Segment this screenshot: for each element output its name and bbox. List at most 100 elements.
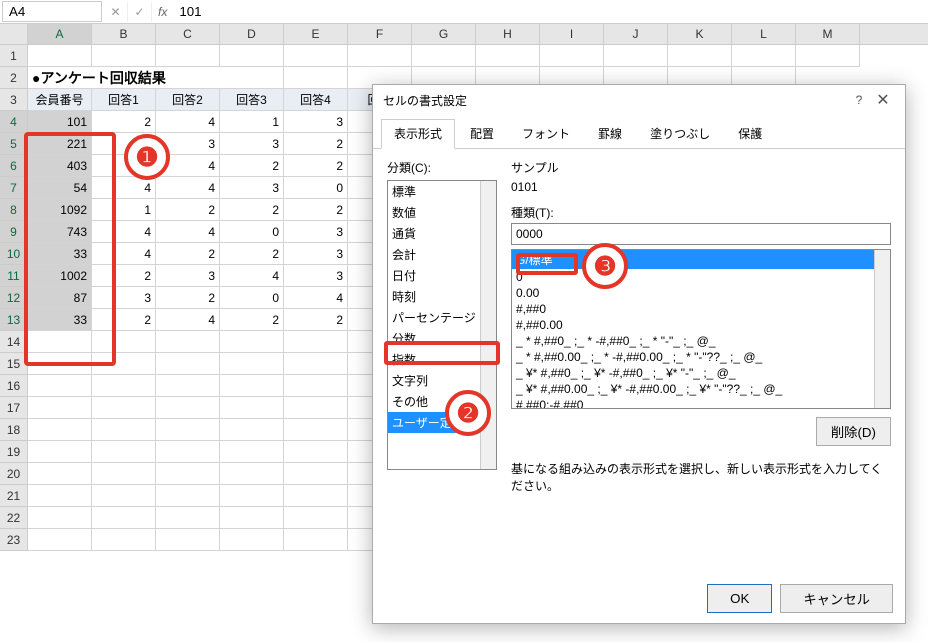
cell[interactable] (92, 45, 156, 67)
cell[interactable]: 0 (220, 221, 284, 243)
cell[interactable]: 1 (220, 111, 284, 133)
col-header[interactable]: J (604, 24, 668, 44)
cell[interactable] (92, 397, 156, 419)
row-header[interactable]: 12 (0, 287, 28, 309)
cell[interactable] (284, 463, 348, 485)
cell[interactable]: 3 (220, 177, 284, 199)
cell[interactable] (156, 529, 220, 551)
cell[interactable] (220, 485, 284, 507)
row-header[interactable]: 19 (0, 441, 28, 463)
cell[interactable] (156, 463, 220, 485)
cell[interactable]: 1002 (28, 265, 92, 287)
row-header[interactable]: 14 (0, 331, 28, 353)
cell[interactable] (220, 529, 284, 551)
cell[interactable]: 2 (92, 309, 156, 331)
cell[interactable] (220, 331, 284, 353)
cell[interactable]: 87 (28, 287, 92, 309)
col-header[interactable]: M (796, 24, 860, 44)
cell[interactable]: 2 (220, 199, 284, 221)
cell[interactable] (284, 441, 348, 463)
cell[interactable]: 4 (220, 265, 284, 287)
type-item[interactable]: #,##0 (512, 301, 890, 317)
cell[interactable]: 33 (28, 309, 92, 331)
cell[interactable] (220, 397, 284, 419)
cell[interactable] (92, 529, 156, 551)
cell[interactable] (284, 419, 348, 441)
col-header[interactable]: H (476, 24, 540, 44)
cell[interactable] (92, 485, 156, 507)
row-header[interactable]: 2 (0, 67, 28, 89)
row-header[interactable]: 3 (0, 89, 28, 111)
row-header[interactable]: 1 (0, 45, 28, 67)
cell[interactable]: 2 (220, 155, 284, 177)
cell[interactable]: 4 (156, 155, 220, 177)
cell[interactable]: 2 (284, 133, 348, 155)
cell[interactable] (284, 45, 348, 67)
row-header[interactable]: 11 (0, 265, 28, 287)
tab-alignment[interactable]: 配置 (457, 119, 507, 148)
cell[interactable]: 2 (220, 243, 284, 265)
col-header[interactable]: D (220, 24, 284, 44)
type-item[interactable]: _ * #,##0.00_ ;_ * -#,##0.00_ ;_ * "-"??… (512, 349, 890, 365)
category-list[interactable]: 標準 数値 通貨 会計 日付 時刻 パーセンテージ 分数 指数 文字列 その他 … (387, 180, 497, 470)
cell[interactable]: 回答2 (156, 89, 220, 111)
cell[interactable] (476, 45, 540, 67)
row-header[interactable]: 20 (0, 463, 28, 485)
cell[interactable]: 2 (92, 111, 156, 133)
name-box[interactable] (2, 1, 102, 22)
row-header[interactable]: 8 (0, 199, 28, 221)
tab-font[interactable]: フォント (509, 119, 583, 148)
cell[interactable]: 1092 (28, 199, 92, 221)
cell[interactable] (284, 485, 348, 507)
type-item[interactable]: #,##0;-#,##0 (512, 397, 890, 409)
cell[interactable]: 0 (284, 177, 348, 199)
row-header[interactable]: 21 (0, 485, 28, 507)
cell[interactable] (284, 331, 348, 353)
col-header[interactable]: L (732, 24, 796, 44)
cell[interactable] (28, 507, 92, 529)
cell[interactable] (732, 45, 796, 67)
col-header[interactable]: B (92, 24, 156, 44)
row-header[interactable]: 16 (0, 375, 28, 397)
cell[interactable]: 2 (220, 309, 284, 331)
cell[interactable] (220, 375, 284, 397)
ok-button[interactable]: OK (707, 584, 772, 613)
type-item[interactable]: _ * #,##0_ ;_ * -#,##0_ ;_ * "-"_ ;_ @_ (512, 333, 890, 349)
cell[interactable]: 回答1 (92, 89, 156, 111)
cell[interactable] (284, 529, 348, 551)
cell[interactable]: 101 (28, 111, 92, 133)
cell[interactable]: 2 (92, 265, 156, 287)
cell[interactable]: 4 (284, 287, 348, 309)
cell[interactable]: 4 (92, 177, 156, 199)
cell[interactable] (604, 45, 668, 67)
cell[interactable]: 2 (284, 309, 348, 331)
cell[interactable] (284, 353, 348, 375)
cell[interactable] (220, 507, 284, 529)
tab-protection[interactable]: 保護 (725, 119, 775, 148)
type-list[interactable]: G/標準 0 0.00 #,##0 #,##0.00 _ * #,##0_ ;_… (511, 249, 891, 409)
cell[interactable]: 3 (156, 265, 220, 287)
type-item[interactable]: G/標準 (512, 250, 890, 269)
cell[interactable]: 4 (92, 221, 156, 243)
close-icon[interactable]: ✕ (871, 90, 895, 110)
type-input[interactable] (511, 223, 891, 245)
cell[interactable] (28, 419, 92, 441)
cell[interactable] (92, 507, 156, 529)
cell[interactable]: 回答4 (284, 89, 348, 111)
cell[interactable] (28, 353, 92, 375)
cell[interactable] (540, 45, 604, 67)
row-header[interactable]: 6 (0, 155, 28, 177)
type-item[interactable]: _ ¥* #,##0_ ;_ ¥* -#,##0_ ;_ ¥* "-"_ ;_ … (512, 365, 890, 381)
cell[interactable] (156, 441, 220, 463)
cell[interactable] (28, 441, 92, 463)
cell[interactable]: 33 (28, 243, 92, 265)
cancel-icon[interactable]: ✕ (104, 2, 128, 22)
col-header[interactable]: F (348, 24, 412, 44)
cell[interactable] (156, 331, 220, 353)
type-item[interactable]: _ ¥* #,##0.00_ ;_ ¥* -#,##0.00_ ;_ ¥* "-… (512, 381, 890, 397)
col-header[interactable]: I (540, 24, 604, 44)
cell[interactable] (28, 463, 92, 485)
cell[interactable] (92, 419, 156, 441)
cell[interactable]: 4 (156, 221, 220, 243)
cell[interactable] (668, 45, 732, 67)
